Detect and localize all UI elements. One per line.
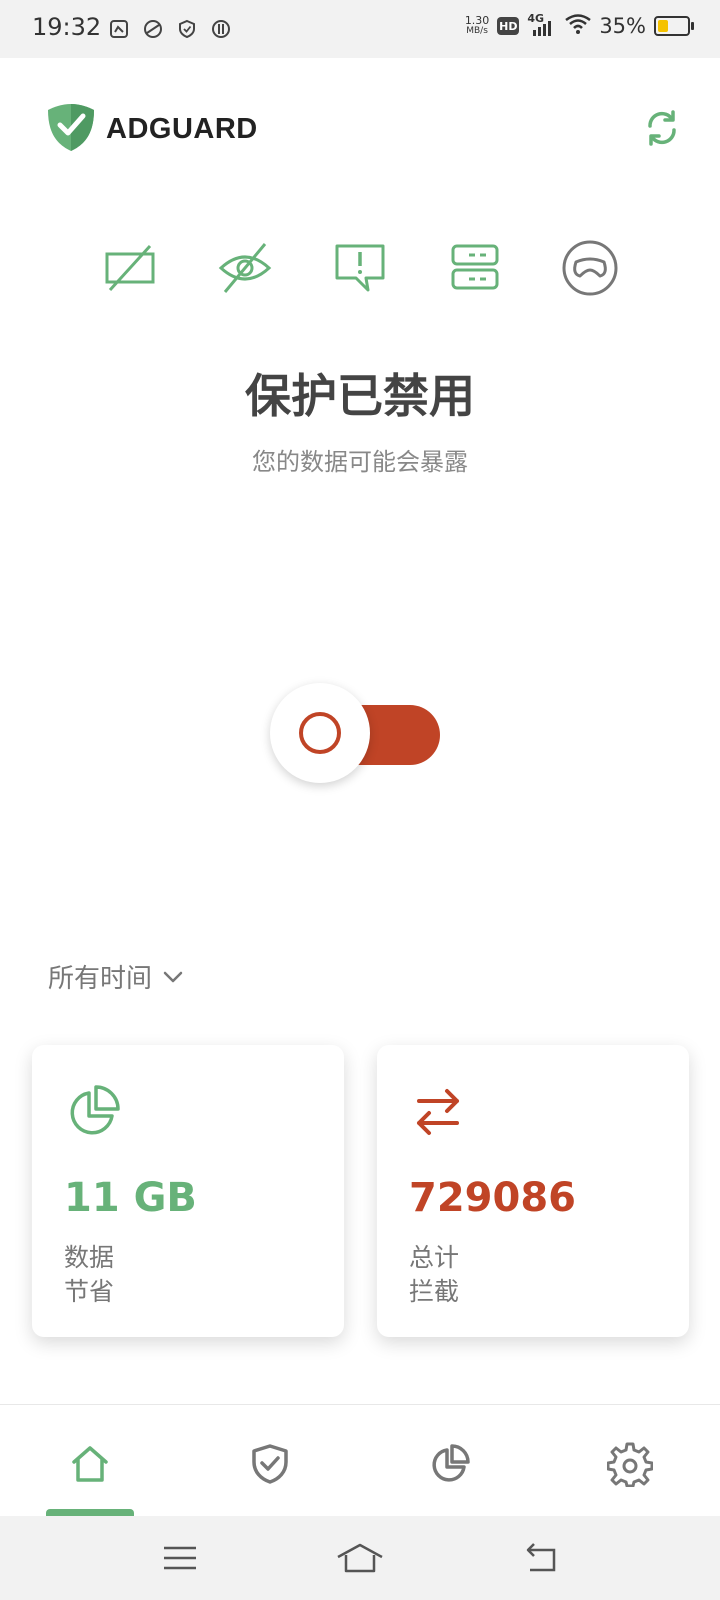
period-selector[interactable]: 所有时间	[48, 958, 184, 995]
system-back-button[interactable]	[510, 1538, 570, 1578]
period-selected: 所有时间	[48, 964, 153, 994]
shield-check-icon	[252, 1444, 288, 1484]
protection-status-subtitle: 您的数据可能会暴露	[252, 448, 468, 476]
shield-notification-icon	[176, 18, 198, 40]
battery-percent: 35%	[599, 14, 646, 38]
refresh-button[interactable]	[640, 106, 684, 150]
tracking-protection-icon[interactable]	[215, 238, 275, 298]
menu-icon	[164, 1546, 196, 1570]
total-blocked-value: 729086	[409, 1175, 576, 1221]
bottom-navigation	[0, 1404, 720, 1517]
cellular-signal-icon: 4G	[527, 12, 557, 38]
gallery-notification-icon	[108, 18, 130, 40]
stealth-mode-icon[interactable]	[560, 238, 620, 298]
system-navigation-bar	[0, 1516, 720, 1600]
adguard-shield-icon	[46, 102, 96, 156]
data-saved-label-line1: 数据	[64, 1243, 115, 1272]
system-home-icon	[337, 1543, 383, 1573]
battery-fill	[658, 20, 668, 32]
nav-settings[interactable]	[605, 1439, 655, 1489]
total-blocked-label-line2: 拦截	[409, 1277, 460, 1306]
total-blocked-label-line1: 总计	[409, 1243, 460, 1272]
nav-statistics[interactable]	[425, 1439, 475, 1489]
chevron-down-icon	[163, 971, 183, 982]
swap-arrows-icon	[417, 1089, 459, 1135]
battery-icon	[654, 16, 694, 36]
status-time: 19:32	[32, 13, 102, 41]
app-name: ADGUARD	[106, 112, 258, 145]
annoyance-block-icon[interactable]	[330, 238, 390, 298]
data-saver-notification-icon	[210, 18, 232, 40]
protection-toggle[interactable]	[270, 683, 442, 783]
data-saved-value: 11 GB	[64, 1175, 197, 1221]
total-blocked-label: 总计 拦截	[409, 1241, 459, 1309]
back-icon	[526, 1543, 556, 1572]
hd-badge: HD	[497, 17, 520, 35]
pie-chart-icon	[70, 1085, 120, 1135]
network-speed-unit: MB/s	[466, 26, 488, 36]
network-speed-value: 1.30	[464, 14, 490, 27]
network-speed: 1.30 MB/s	[465, 15, 490, 37]
toggle-knob	[270, 683, 370, 783]
data-saved-label: 数据 节省	[64, 1241, 114, 1309]
dns-server-icon[interactable]	[445, 238, 505, 298]
refresh-icon	[648, 110, 676, 146]
status-right-cluster: 1.30 MB/s HD 4G 35%	[465, 12, 694, 38]
nav-protection[interactable]	[245, 1439, 295, 1489]
app-notification-icon	[142, 18, 164, 40]
total-blocked-card[interactable]: 729086 总计 拦截	[377, 1045, 689, 1337]
power-off-icon	[299, 712, 341, 754]
wifi-icon	[565, 14, 592, 38]
gear-icon	[607, 1442, 653, 1487]
app-logo: ADGUARD	[46, 102, 258, 156]
data-saved-card[interactable]: 11 GB 数据 节省	[32, 1045, 344, 1337]
nav-home[interactable]	[65, 1439, 115, 1489]
status-notification-icons	[108, 18, 232, 40]
system-menu-button[interactable]	[150, 1538, 210, 1578]
ad-block-icon[interactable]	[100, 238, 160, 298]
data-saved-label-line2: 节省	[64, 1277, 115, 1306]
protection-features	[100, 238, 620, 298]
statistics-icon	[432, 1444, 470, 1482]
home-icon	[72, 1446, 108, 1482]
system-home-button[interactable]	[330, 1538, 390, 1578]
protection-status-title: 保护已禁用	[245, 369, 475, 423]
